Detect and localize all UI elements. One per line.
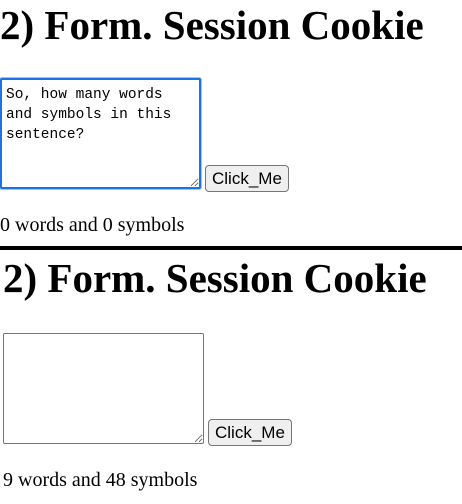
section-divider — [0, 246, 462, 250]
page-title: 2) Form. Session Cookie — [3, 255, 427, 301]
click-me-button[interactable]: Click_Me — [205, 165, 289, 192]
word-count-result: 9 words and 48 symbols — [3, 469, 198, 491]
form-section-2: 2) Form. Session Cookie Click_Me 9 words… — [3, 253, 462, 504]
click-me-button[interactable]: Click_Me — [208, 419, 292, 446]
word-count-result: 0 words and 0 symbols — [0, 214, 185, 236]
page-title: 2) Form. Session Cookie — [0, 2, 424, 48]
form-section-1: 2) Form. Session Cookie So, how many wor… — [0, 0, 462, 250]
sentence-textarea[interactable] — [3, 333, 204, 444]
sentence-textarea[interactable]: So, how many words and symbols in this s… — [0, 78, 201, 189]
